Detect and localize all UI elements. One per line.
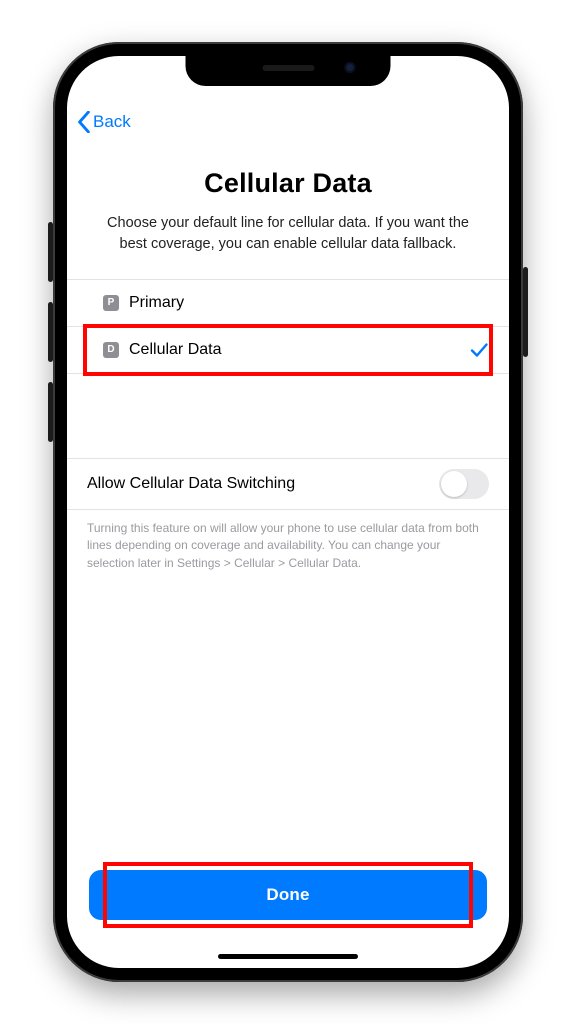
badge-icon: P [103,295,119,311]
cellular-signal-icon [402,71,420,85]
chevron-left-icon [77,111,91,133]
page-title: Cellular Data [91,168,485,199]
allow-switching-footnote: Turning this feature on will allow your … [67,510,509,572]
allow-switching-row[interactable]: Allow Cellular Data Switching [67,458,509,510]
battery-icon [450,71,479,85]
page-subtitle: Choose your default line for cellular da… [99,213,477,255]
line-option-label: Primary [129,294,184,312]
back-button[interactable]: Back [77,111,131,133]
checkmark-icon [469,340,489,360]
wifi-icon [426,72,444,85]
status-time: 16:21 [99,69,140,87]
line-option-label: Cellular Data [129,341,221,359]
line-option-primary[interactable]: P Primary [67,280,509,327]
back-label: Back [93,112,131,132]
nav-bar: Back [67,100,509,144]
home-indicator[interactable] [218,954,358,959]
allow-switching-toggle[interactable] [439,469,489,499]
done-button-label: Done [266,885,309,904]
allow-switching-label: Allow Cellular Data Switching [87,475,295,493]
badge-icon: D [103,342,119,358]
done-button[interactable]: Done [89,870,487,920]
line-option-cellular-data[interactable]: D Cellular Data [67,327,509,374]
